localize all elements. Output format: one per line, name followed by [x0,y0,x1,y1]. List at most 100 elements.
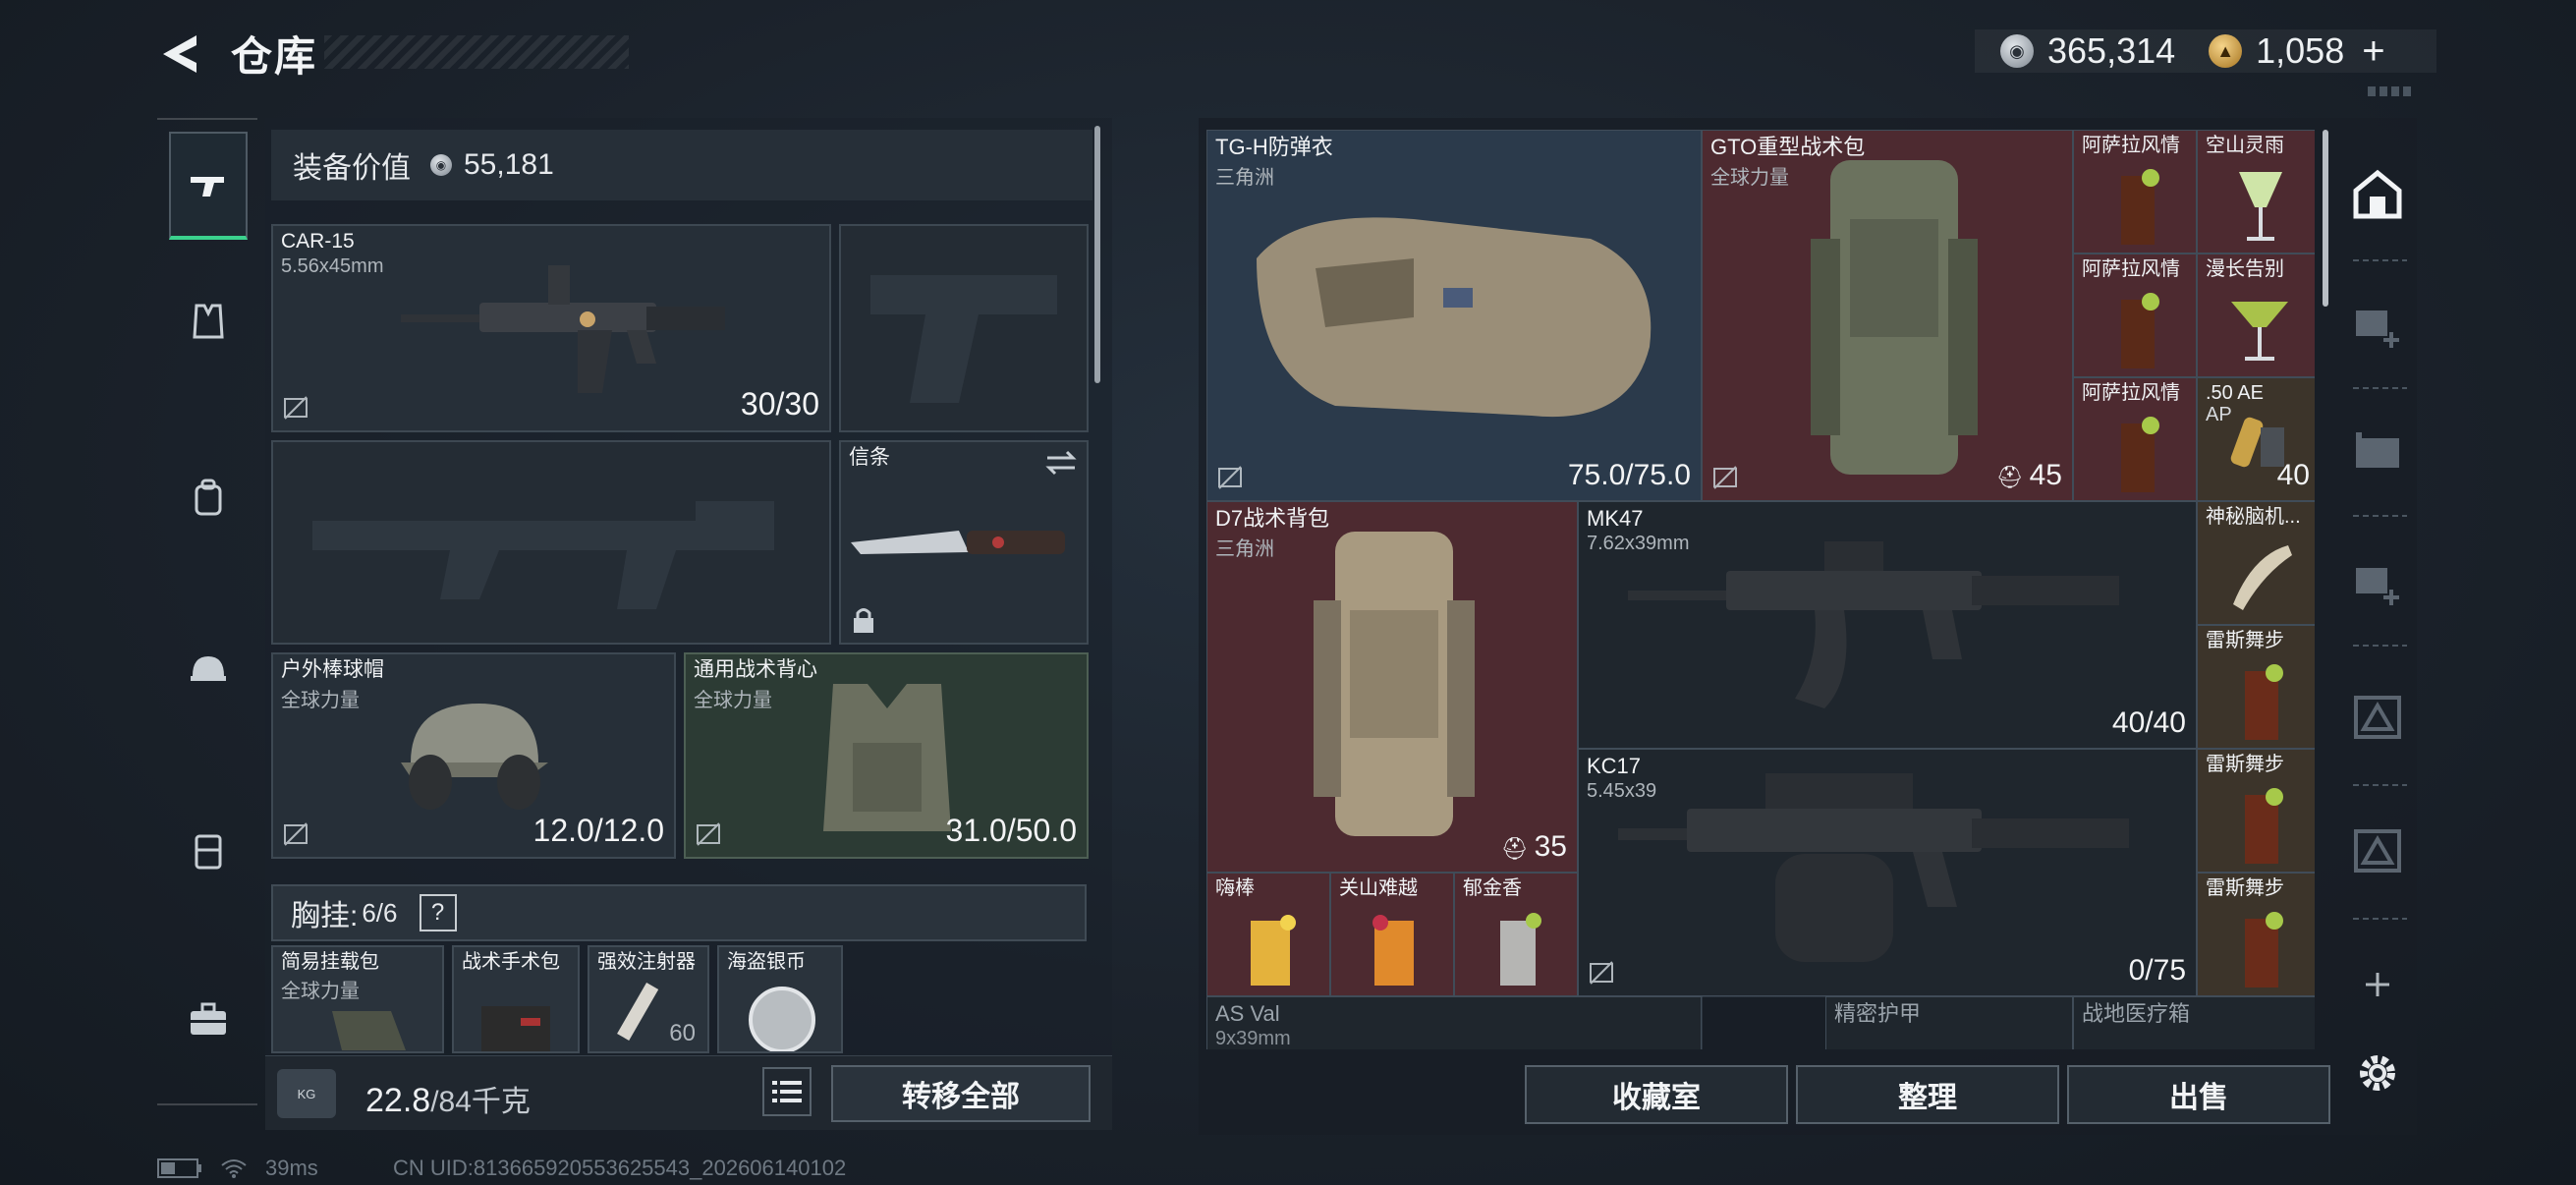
storage-scrollbar[interactable] [2323,130,2328,307]
storage-grid: TG-H防弹衣 三角洲 75.0/75.0 GTO重型战术包 全球力量 ⛑ 45… [1206,130,2315,1049]
helmet-slot[interactable]: 户外棒球帽 全球力量 12.0/12.0 [271,652,676,859]
storage-item[interactable]: MK47 7.62x39mm 40/40 [1578,501,2197,749]
add-currency-button[interactable]: + [2362,29,2384,74]
item-name: 阿萨拉风情 [2082,135,2180,156]
storage-item[interactable]: 关山难越 [1330,873,1454,996]
item-sub: 三角洲 [1215,538,1274,560]
chest-item-name: 简易挂载包 [281,951,379,973]
storage-item[interactable]: 阿萨拉风情 [2073,254,2197,377]
list-view-button[interactable] [762,1067,812,1116]
storage-item[interactable]: KC17 5.45x39 0/75 [1578,749,2197,996]
drink-glass-icon [2121,417,2159,492]
back-arrow-icon [163,35,196,73]
item-sub: 全球力量 [1710,167,1789,189]
tab-toolbox[interactable] [169,965,248,1073]
pistol-slot[interactable] [839,224,1089,432]
item-name: 雷斯舞步 [2206,877,2284,899]
storage-item[interactable]: 精密护甲 [1825,996,2073,1049]
vest-slot[interactable]: 通用战术背心 全球力量 31.0/50.0 [684,652,1089,859]
storage-item[interactable]: 漫长告别 [2197,254,2315,377]
pistol-placeholder-icon [870,275,1057,403]
helmet-icon [191,656,226,681]
primary-weapon-slot[interactable]: CAR-15 5.56x45mm 30/30 [271,224,831,432]
storage-item[interactable]: D7战术背包 三角洲 ⛑ 35 [1206,501,1578,873]
warehouse-tab-expand-1[interactable] [2346,293,2409,356]
no-insurance-icon [284,822,308,846]
equipment-value: 55,181 [464,148,554,181]
warehouse-tab-2[interactable] [2346,421,2409,483]
storage-item[interactable]: TG-H防弹衣 三角洲 75.0/75.0 [1206,130,1702,501]
storage-item[interactable]: 战地医疗箱 [2073,996,2315,1049]
equipment-value-bar: 装备价值 ◉ 55,181 [271,130,1092,200]
rifle-image [401,265,725,393]
helmet-faction: 全球力量 [281,690,360,711]
chest-item-slot[interactable]: 战术手术包 [452,945,580,1053]
drink-glass-icon [1372,915,1414,986]
settings-button[interactable] [2346,1042,2409,1104]
warehouse-tab-main[interactable] [2346,163,2409,226]
collection-room-button[interactable]: 收藏室 [1525,1065,1788,1124]
back-button[interactable] [155,29,204,79]
item-name: 精密护甲 [1834,1001,1922,1026]
item-name: 雷斯舞步 [2206,754,2284,775]
warehouse-tab-expand-2[interactable] [2346,550,2409,613]
injector-image [617,983,659,1041]
swap-icon[interactable] [1043,448,1079,478]
item-durability: 75.0/75.0 [1567,459,1691,491]
storage-item[interactable]: 郁金香 [1454,873,1578,996]
primary-weapon-name: CAR-15 [281,230,355,253]
storage-item[interactable]: 神秘脑机... [2197,501,2315,625]
warehouse-tab-4[interactable] [2346,819,2409,882]
sort-button[interactable]: 整理 [1796,1065,2059,1124]
storage-item[interactable]: .50 AE AP 40 [2197,377,2315,501]
no-insurance-icon [697,822,720,846]
rail-separator [2353,918,2407,920]
storage-item[interactable]: 雷斯舞步 [2197,749,2315,873]
triangle-box-icon [2354,829,2401,873]
storage-item[interactable]: 阿萨拉风情 [2073,130,2197,254]
gear-icon [2360,1055,2395,1091]
backpack-image [1811,160,1978,475]
chest-item-name: 强效注射器 [597,951,696,973]
storage-item[interactable]: AS Val 9x39mm [1206,996,1702,1049]
drink-glass-icon [1251,915,1296,986]
chest-item-slot[interactable]: 简易挂载包 全球力量 [271,945,444,1053]
sell-button[interactable]: 出售 [2067,1065,2330,1124]
storage-item[interactable]: GTO重型战术包 全球力量 ⛑ 45 [1702,130,2073,501]
rail-separator [2353,515,2407,517]
add-warehouse-tab-button[interactable] [2346,953,2409,1016]
item-name: .50 AE [2206,382,2264,404]
coin-image [749,987,815,1051]
rifle-image [1628,541,2119,708]
storage-item[interactable]: 雷斯舞步 [2197,625,2315,749]
transfer-all-button[interactable]: 转移全部 [831,1065,1091,1122]
tab-weapons[interactable] [169,132,248,240]
warehouse-tab-3[interactable] [2346,686,2409,749]
loadout-scrollbar[interactable] [1094,126,1100,383]
tab-helmet[interactable] [169,616,248,724]
chest-item-slot[interactable]: 海盗银币 [717,945,843,1053]
storage-item[interactable]: 空山灵雨 [2197,130,2315,254]
secondary-weapon-slot[interactable] [271,440,831,645]
tab-chest-rig[interactable] [169,798,248,906]
wifi-icon [221,1159,247,1178]
page-title: 仓库 [231,33,318,80]
weight-readout: 22.8/84千克 [365,1077,531,1120]
equipment-value-label: 装备价值 [293,152,411,185]
chest-item-slot[interactable]: 强效注射器 60 [588,945,709,1053]
item-name: 郁金香 [1463,877,1522,899]
surgery-kit-image [481,1006,550,1051]
storage-item[interactable]: 嗨棒 [1206,873,1330,996]
decorative-dashes [2368,86,2415,96]
melee-slot[interactable]: 信条 [839,440,1089,645]
capacity-icon: ⛑ [1995,465,2030,489]
help-icon[interactable]: ? [419,894,457,931]
item-name: AS Val [1215,1001,1280,1026]
silver-coin-icon: ◉ [430,154,452,176]
drink-glass-icon [1500,913,1541,986]
storage-item[interactable]: 阿萨拉风情 [2073,377,2197,501]
tab-backpack[interactable] [169,444,248,552]
tab-armor[interactable] [169,267,248,375]
warehouse-icon [2353,169,2402,219]
storage-item[interactable]: 雷斯舞步 [2197,873,2315,996]
